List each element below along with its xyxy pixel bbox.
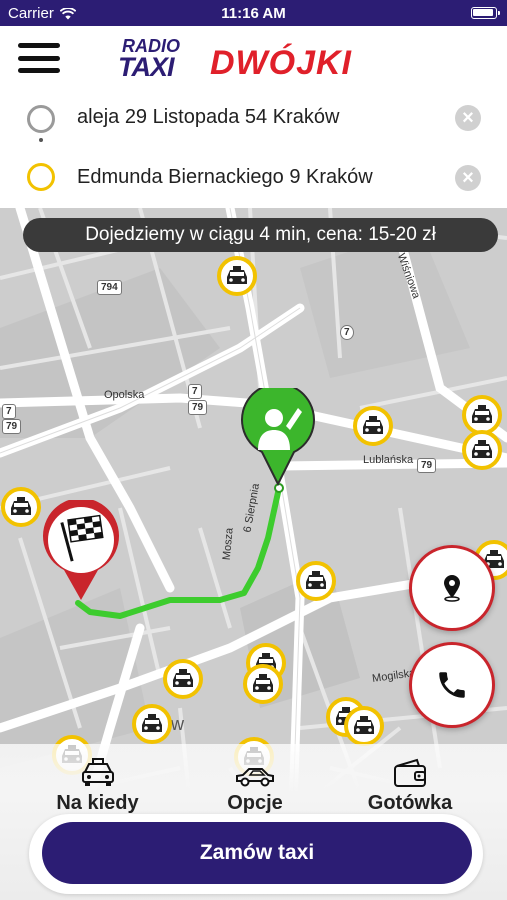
options-option[interactable]: Opcje — [210, 754, 300, 815]
car-side-icon — [236, 768, 274, 787]
road-shield: 7 — [340, 325, 354, 340]
wallet-icon — [394, 758, 426, 787]
destination-circle-icon — [27, 163, 55, 191]
eta-price-banner: Dojedziemy w ciągu 4 min, cena: 15-20 zł — [23, 218, 498, 252]
location-pin-icon — [444, 575, 460, 602]
phone-icon — [439, 672, 465, 698]
taxi-marker-icon[interactable] — [296, 561, 336, 601]
taxi-marker-icon[interactable] — [344, 706, 384, 746]
destination-address[interactable]: Edmunda Biernackiego 9 Kraków — [77, 166, 373, 189]
hamburger-menu-icon[interactable] — [18, 43, 60, 73]
road-shield: 7 — [2, 404, 16, 419]
taxi-marker-icon[interactable] — [462, 395, 502, 435]
call-button[interactable] — [409, 642, 495, 728]
payment-option[interactable]: Gotówka — [360, 754, 460, 815]
road-shield: 79 — [417, 458, 437, 473]
order-taxi-button[interactable]: Zamów taxi — [42, 822, 472, 884]
taxi-marker-icon[interactable] — [353, 406, 393, 446]
taxi-front-icon — [81, 758, 114, 786]
taxi-marker-icon[interactable] — [132, 704, 172, 744]
road-shield: 794 — [97, 280, 122, 295]
taxi-marker-icon[interactable] — [462, 430, 502, 470]
taxi-marker-icon[interactable] — [243, 664, 283, 704]
taxi-marker-icon[interactable] — [1, 487, 41, 527]
app-header: RADIO TAXI DWÓJKI — [0, 26, 507, 88]
street-label: Opolska — [104, 389, 145, 401]
battery-icon — [471, 7, 500, 19]
payment-label: Gotówka — [367, 792, 453, 814]
options-label: Opcje — [227, 792, 283, 814]
clock: 11:16 AM — [221, 5, 286, 22]
clear-icon[interactable]: × — [455, 105, 481, 131]
taxi-marker-icon[interactable] — [163, 659, 203, 699]
road-shield: 7 — [188, 384, 202, 399]
person-pin-icon[interactable] — [240, 388, 316, 486]
schedule-label: Na kiedy — [56, 792, 139, 814]
locate-button[interactable] — [409, 545, 495, 631]
logo-taxi: TAXI — [118, 52, 174, 82]
pickup-circle-icon — [27, 105, 55, 133]
clear-icon[interactable]: × — [455, 165, 481, 191]
road-shield: 79 — [2, 419, 22, 434]
destination-address-row[interactable]: Edmunda Biernackiego 9 Kraków × — [0, 148, 507, 208]
checkered-flag-pin-icon[interactable] — [40, 500, 122, 602]
status-bar: Carrier 11:16 AM — [0, 0, 507, 26]
street-label: Lublańska — [363, 454, 414, 466]
pickup-address[interactable]: aleja 29 Listopada 54 Kraków — [77, 106, 339, 129]
pickup-address-row[interactable]: aleja 29 Listopada 54 Kraków × — [0, 88, 507, 148]
road-shield: 79 — [188, 400, 208, 415]
schedule-option[interactable]: Na kiedy — [50, 754, 145, 815]
taxi-marker-icon[interactable] — [217, 256, 257, 296]
logo-brand: DWÓJKI — [210, 44, 352, 82]
